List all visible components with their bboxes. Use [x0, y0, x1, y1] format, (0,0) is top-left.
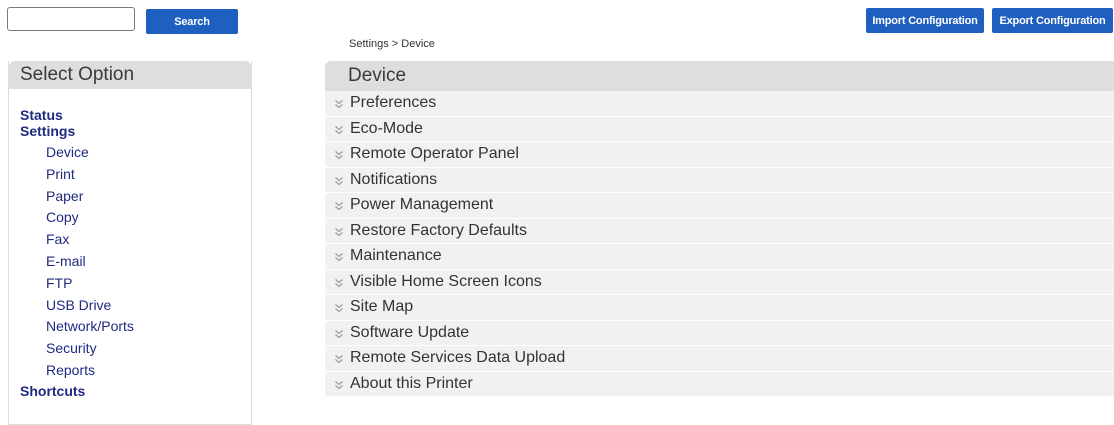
- search-input[interactable]: [7, 7, 135, 31]
- double-chevron-down-icon: [334, 327, 344, 339]
- section-list: Preferences Eco-Mode Remote Operator Panel…: [325, 91, 1114, 397]
- sidebar-item-shortcuts[interactable]: Shortcuts: [20, 383, 251, 399]
- section-row-visible-home-screen-icons[interactable]: Visible Home Screen Icons: [325, 269, 1114, 295]
- page-title: Device: [325, 61, 1114, 91]
- double-chevron-down-icon: [334, 174, 344, 186]
- section-label: Remote Services Data Upload: [350, 349, 566, 367]
- section-row-eco-mode[interactable]: Eco-Mode: [325, 116, 1114, 142]
- sidebar-subitem-copy[interactable]: Copy: [20, 207, 251, 229]
- section-row-site-map[interactable]: Site Map: [325, 295, 1114, 321]
- sidebar-nav: Status Settings Device Print Paper Copy Fax E…: [9, 89, 251, 399]
- main-panel: Device Preferences Eco-Mode Remote Operato…: [325, 61, 1114, 409]
- sidebar-subitem-paper[interactable]: Paper: [20, 186, 251, 208]
- section-label: Notifications: [350, 170, 438, 188]
- section-row-restore-factory-defaults[interactable]: Restore Factory Defaults: [325, 218, 1114, 244]
- double-chevron-down-icon: [334, 199, 344, 211]
- sidebar-item-settings[interactable]: Settings: [20, 123, 251, 139]
- import-configuration-button[interactable]: Import Configuration: [866, 8, 984, 33]
- page: Search Import Configuration Export Confi…: [0, 0, 1114, 425]
- section-label: Power Management: [350, 196, 494, 214]
- double-chevron-down-icon: [334, 97, 344, 109]
- sidebar-subitem-ftp[interactable]: FTP: [20, 273, 251, 295]
- section-label: Site Map: [350, 298, 414, 316]
- double-chevron-down-icon: [334, 148, 344, 160]
- sidebar-subitem-e-mail[interactable]: E-mail: [20, 251, 251, 273]
- double-chevron-down-icon: [334, 250, 344, 262]
- sidebar-subitem-security[interactable]: Security: [20, 338, 251, 360]
- section-label: Software Update: [350, 323, 470, 341]
- search-button[interactable]: Search: [146, 9, 238, 34]
- section-row-power-management[interactable]: Power Management: [325, 193, 1114, 219]
- sidebar-subitem-reports[interactable]: Reports: [20, 360, 251, 382]
- double-chevron-down-icon: [334, 276, 344, 288]
- section-label: Eco-Mode: [350, 119, 423, 137]
- section-label: Preferences: [350, 94, 437, 112]
- section-row-preferences[interactable]: Preferences: [325, 91, 1114, 117]
- double-chevron-down-icon: [334, 225, 344, 237]
- section-row-maintenance[interactable]: Maintenance: [325, 244, 1114, 270]
- double-chevron-down-icon: [334, 352, 344, 364]
- section-label: Restore Factory Defaults: [350, 221, 527, 239]
- section-label: About this Printer: [350, 374, 473, 392]
- section-row-remote-operator-panel[interactable]: Remote Operator Panel: [325, 142, 1114, 168]
- section-row-remote-services-data-upload[interactable]: Remote Services Data Upload: [325, 346, 1114, 372]
- section-label: Visible Home Screen Icons: [350, 272, 542, 290]
- sidebar-title: Select Option: [9, 61, 251, 89]
- section-row-notifications[interactable]: Notifications: [325, 167, 1114, 193]
- section-label: Maintenance: [350, 247, 442, 265]
- section-label: Remote Operator Panel: [350, 145, 519, 163]
- export-configuration-button[interactable]: Export Configuration: [992, 8, 1113, 33]
- sidebar-subitem-usb-drive[interactable]: USB Drive: [20, 295, 251, 317]
- breadcrumb: Settings > Device: [349, 38, 435, 50]
- settings-submenu: Device Print Paper Copy Fax E-mail FTP USB Driv…: [20, 142, 251, 382]
- sidebar-subitem-fax[interactable]: Fax: [20, 229, 251, 251]
- sidebar: Select Option Status Settings Device Prin…: [8, 61, 252, 425]
- sidebar-item-status[interactable]: Status: [20, 107, 251, 123]
- sidebar-subitem-print[interactable]: Print: [20, 164, 251, 186]
- section-row-software-update[interactable]: Software Update: [325, 320, 1114, 346]
- double-chevron-down-icon: [334, 123, 344, 135]
- section-row-about-this-printer[interactable]: About this Printer: [325, 371, 1114, 397]
- double-chevron-down-icon: [334, 378, 344, 390]
- double-chevron-down-icon: [334, 301, 344, 313]
- sidebar-subitem-network-ports[interactable]: Network/Ports: [20, 316, 251, 338]
- sidebar-subitem-device[interactable]: Device: [20, 142, 251, 164]
